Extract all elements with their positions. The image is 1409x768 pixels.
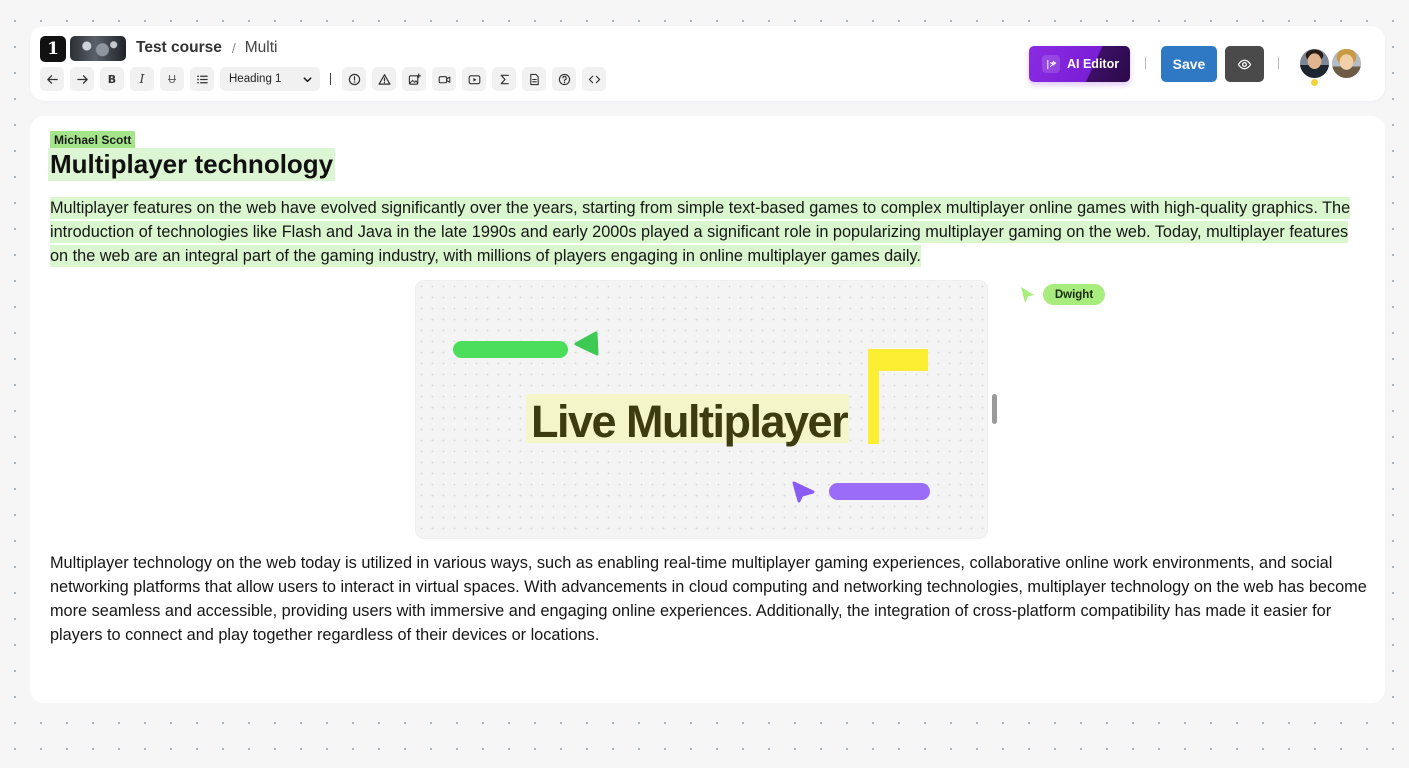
paragraph[interactable]: Multiplayer features on the web have evo…: [50, 196, 1368, 268]
warning-callout-button[interactable]: [372, 67, 396, 91]
yellow-bracket-shape: [868, 349, 879, 444]
insert-document-button[interactable]: [522, 67, 546, 91]
help-circle-icon: [558, 73, 570, 85]
editor-canvas[interactable]: Michael Scott Multiplayer technology Mul…: [30, 116, 1385, 703]
sparkle-icon: [1042, 55, 1060, 73]
course-thumbnail[interactable]: [70, 36, 126, 61]
presence-indicator: [1311, 79, 1318, 86]
image-title-text: Live Multiplayer: [531, 396, 848, 447]
insert-video-button[interactable]: [432, 67, 456, 91]
remote-cursor-label: Dwight: [1043, 284, 1105, 305]
green-bar-shape: [453, 341, 568, 358]
italic-button[interactable]: I: [130, 67, 154, 91]
cursor-pointer-icon: [1021, 287, 1034, 303]
preview-button[interactable]: [1225, 46, 1264, 82]
code-icon: [588, 75, 600, 83]
bold-button[interactable]: B: [100, 67, 124, 91]
highlighted-selection: Multiplayer features on the web have evo…: [50, 197, 1351, 267]
strikethrough-button[interactable]: U: [160, 67, 184, 91]
image-resize-handle[interactable]: [992, 394, 997, 424]
breadcrumb-separator: /: [231, 40, 236, 56]
chevron-down-icon: [303, 76, 312, 82]
purple-bar-shape: [829, 483, 930, 500]
info-callout-button[interactable]: [342, 67, 366, 91]
bullet-list-button[interactable]: [190, 67, 214, 91]
live-multiplayer-image[interactable]: Live Multiplayer: [415, 280, 988, 539]
arrow-right-icon: [76, 74, 88, 84]
insert-image-button[interactable]: [402, 67, 426, 91]
top-bar: 1 Test course / Multi B I U Heading 1 AI…: [30, 26, 1385, 101]
insert-youtube-button[interactable]: [462, 67, 486, 91]
undo-button[interactable]: [40, 67, 64, 91]
heading-select[interactable]: Heading 1: [220, 67, 320, 91]
play-video-icon: [468, 74, 480, 84]
header-divider: [1278, 57, 1279, 69]
save-button[interactable]: Save: [1161, 46, 1217, 82]
collaborator-cursor-label: Michael Scott: [50, 131, 136, 149]
breadcrumb-lesson[interactable]: Multi: [245, 39, 278, 57]
insert-code-button[interactable]: [582, 67, 606, 91]
ai-editor-label: AI Editor: [1067, 57, 1120, 71]
toolbar-divider: [330, 73, 331, 85]
eye-icon: [1237, 59, 1252, 69]
heading-select-value: Heading 1: [229, 73, 282, 85]
ai-editor-button[interactable]: AI Editor: [1029, 46, 1130, 82]
insert-formula-button[interactable]: [492, 67, 516, 91]
formatting-toolbar: B I U Heading 1: [40, 67, 612, 91]
warning-triangle-icon: [378, 73, 390, 85]
remote-cursor: [1020, 286, 1035, 308]
redo-button[interactable]: [70, 67, 94, 91]
sigma-icon: [500, 74, 509, 84]
info-circle-icon: [348, 73, 360, 85]
avatar[interactable]: [1298, 47, 1331, 80]
header-divider: [1145, 57, 1146, 69]
list-icon: [196, 74, 208, 84]
breadcrumb-course[interactable]: Test course: [136, 39, 222, 57]
app-logo[interactable]: 1: [40, 36, 66, 62]
insert-quiz-button[interactable]: [552, 67, 576, 91]
page-title[interactable]: Multiplayer technology: [48, 148, 336, 181]
purple-cursor-shape: [792, 481, 815, 503]
multiplayer-illustration: Live Multiplayer: [453, 331, 930, 503]
green-cursor-shape: [574, 331, 599, 356]
avatar[interactable]: [1330, 47, 1363, 80]
paragraph[interactable]: Multiplayer technology on the web today …: [50, 551, 1368, 647]
image-add-icon: [408, 72, 421, 85]
arrow-left-icon: [46, 74, 58, 84]
document-icon: [529, 73, 539, 85]
breadcrumb: Test course / Multi: [136, 39, 277, 57]
video-camera-icon: [438, 75, 450, 83]
